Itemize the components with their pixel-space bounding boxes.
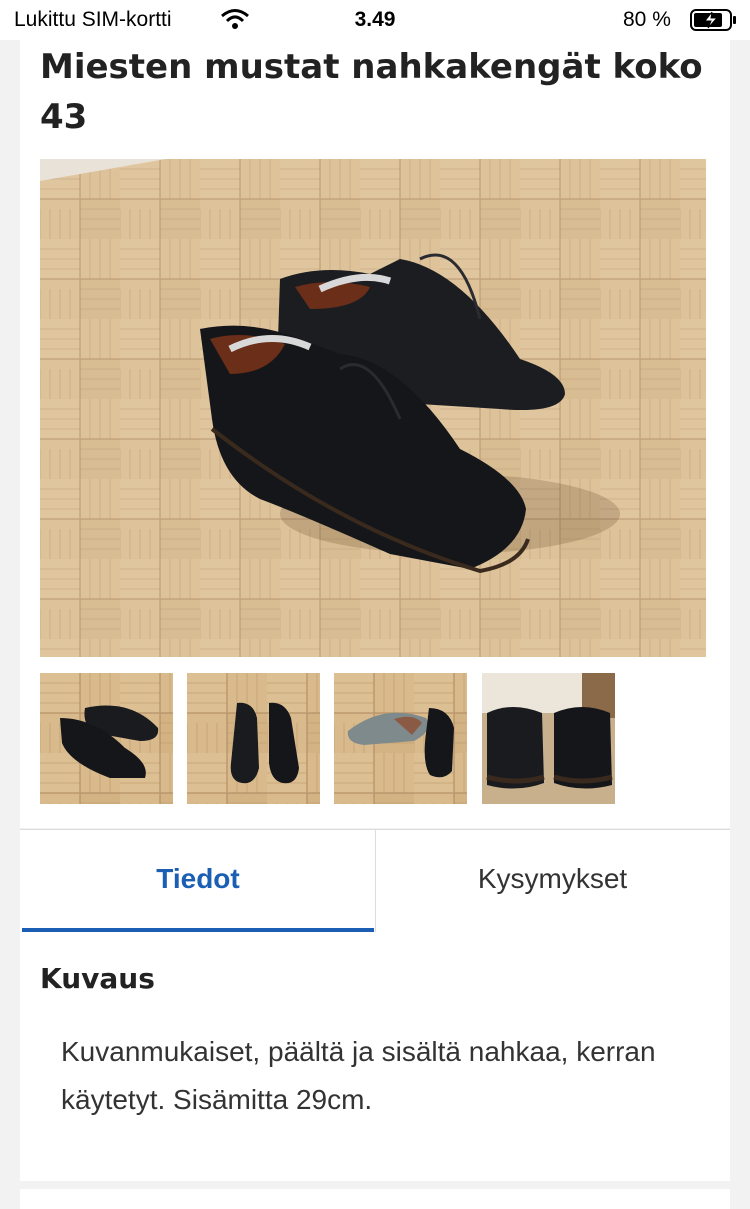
photo-thumbnail-2[interactable] — [187, 673, 320, 804]
battery-charging-icon — [690, 9, 736, 31]
next-section-card — [20, 1189, 730, 1209]
battery-percentage: 80 % — [623, 8, 671, 31]
photo-thumbnail-1[interactable] — [40, 673, 173, 804]
description-heading: Kuvaus — [40, 962, 155, 995]
photo-thumbnail-3[interactable] — [334, 673, 467, 804]
main-photo[interactable] — [40, 159, 706, 657]
description-text: Kuvanmukaiset, päältä ja sisältä nahkaa,… — [61, 1036, 656, 1115]
status-bar: Lukittu SIM-kortti 3.49 80 % — [0, 0, 750, 40]
listing-title: Miesten mustat nahkakengät koko 43 — [40, 47, 703, 137]
tab-kysymykset[interactable]: Kysymykset — [375, 830, 729, 932]
description-section: Kuvaus Kuvanmukaiset, päältä ja sisältä … — [20, 932, 730, 1181]
tab-bar: Tiedot Kysymykset — [20, 829, 730, 933]
photo-thumbnail-4[interactable] — [482, 673, 615, 804]
tab-tiedot[interactable]: Tiedot — [22, 830, 374, 932]
listing-card: Miesten mustat nahkakengät koko 43 — [20, 0, 730, 828]
